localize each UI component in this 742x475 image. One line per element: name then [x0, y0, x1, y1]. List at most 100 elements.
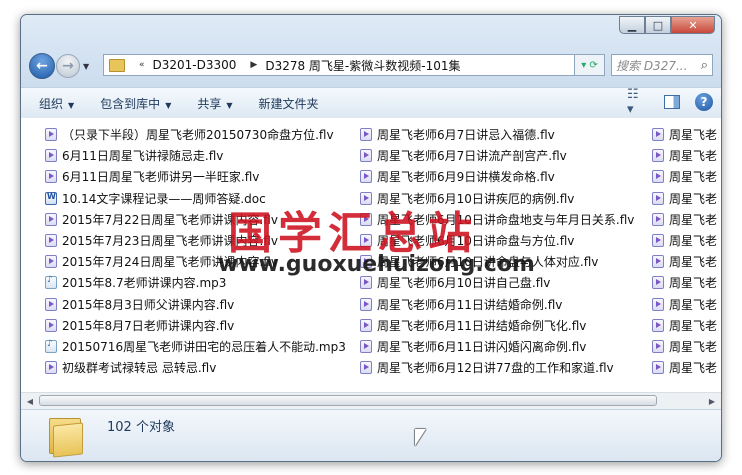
file-item[interactable]: 周星飞老 — [652, 188, 717, 209]
file-item[interactable]: 周星飞老 — [652, 124, 717, 145]
new-folder-button[interactable]: 新建文件夹 — [259, 95, 319, 112]
include-in-library-menu[interactable]: 包含到库中 ▼ — [100, 95, 171, 112]
file-item[interactable]: 2015年7月24日周星飞老师讲课内容.flv — [45, 251, 346, 272]
flv-file-icon — [360, 212, 372, 226]
file-item[interactable]: 周星飞老 — [652, 230, 717, 251]
file-item[interactable]: 周星飞老 — [652, 294, 717, 315]
breadcrumb-d3278[interactable]: D3278 周飞星-紫微斗数视频-101集 — [265, 57, 460, 74]
close-button[interactable]: ✕ — [671, 16, 715, 34]
file-name: 周星飞老师6月7日讲流产剖宫产.flv — [377, 149, 567, 164]
details-pane: 102 个对象 — [21, 409, 721, 461]
file-name: （只录下半段）周星飞老师20150730命盘方位.flv — [62, 128, 334, 143]
file-item[interactable]: （只录下半段）周星飞老师20150730命盘方位.flv — [45, 124, 346, 145]
flv-file-icon — [360, 276, 372, 290]
chevron-down-icon: ▼ — [165, 100, 172, 110]
file-name: 周星飞老 — [669, 212, 718, 227]
horizontal-scrollbar[interactable]: ◀ ▶ — [21, 392, 721, 410]
search-box[interactable]: 搜索 D327... ⌕ — [611, 54, 713, 76]
file-name: 周星飞老 — [669, 339, 718, 354]
flv-file-icon — [652, 212, 664, 226]
scroll-right-icon[interactable]: ▶ — [705, 395, 719, 407]
file-item[interactable]: 周星飞老 — [652, 166, 717, 187]
back-button[interactable]: ← — [29, 53, 55, 79]
file-item[interactable]: 周星飞老 — [652, 251, 717, 272]
file-name: 周星飞老师6月10日讲命盘与人体对应.flv — [377, 255, 599, 270]
file-name: 周星飞老 — [669, 318, 718, 333]
overflow-chevron-icon[interactable]: « — [139, 60, 145, 70]
file-item[interactable]: 周星飞老师6月10日讲疾厄的病例.flv — [360, 188, 634, 209]
file-item[interactable]: 周星飞老 — [652, 209, 717, 230]
file-item[interactable]: 周星飞老师6月10日讲自己盘.flv — [360, 272, 634, 293]
flv-file-icon — [652, 128, 664, 142]
organize-menu[interactable]: 组织 ▼ — [39, 95, 74, 112]
file-item[interactable]: 2015年8.7老师讲课内容.mp3 — [45, 272, 346, 293]
navigation-buttons: ← → ▼ — [29, 53, 89, 79]
scroll-left-icon[interactable]: ◀ — [23, 395, 37, 407]
file-item[interactable]: 2015年8月3日师父讲课内容.flv — [45, 294, 346, 315]
address-bar[interactable]: « D3201-D3300 ▶ D3278 周飞星-紫微斗数视频-101集 — [103, 54, 575, 76]
forward-button[interactable]: → — [56, 54, 80, 78]
file-item[interactable]: 周星飞老 — [652, 315, 717, 336]
share-menu[interactable]: 共享 ▼ — [197, 95, 232, 112]
flv-file-icon — [652, 297, 664, 311]
flv-file-icon — [45, 212, 57, 226]
file-name: 周星飞老师6月11日讲结婚命例飞化.flv — [377, 318, 587, 333]
flv-file-icon — [45, 255, 57, 269]
view-options-button[interactable]: ☷ ▾ — [627, 87, 649, 117]
folder-icon — [109, 58, 125, 72]
doc-file-icon — [45, 191, 57, 205]
file-item[interactable]: 周星飞老 — [652, 357, 717, 378]
file-item[interactable]: 周星飞老师6月11日讲闪婚闪离命例.flv — [360, 336, 634, 357]
file-item[interactable]: 2015年7月22日周星飞老师讲课内容.flv — [45, 209, 346, 230]
flv-file-icon — [652, 234, 664, 248]
file-name: 周星飞老 — [669, 361, 718, 376]
flv-file-icon — [652, 149, 664, 163]
maximize-button[interactable]: □ — [645, 16, 671, 34]
file-name: 周星飞老师6月10日讲命盘与方位.flv — [377, 234, 575, 249]
breadcrumb-d3201[interactable]: D3201-D3300 — [153, 58, 237, 72]
search-input[interactable]: 搜索 D327... — [616, 57, 687, 74]
scroll-thumb[interactable] — [39, 395, 657, 406]
help-button[interactable]: ? — [695, 93, 713, 111]
flv-file-icon — [360, 255, 372, 269]
refresh-button[interactable]: ▾ ⟳ — [575, 54, 605, 76]
file-item[interactable]: 周星飞老 — [652, 336, 717, 357]
organize-label: 组织 — [39, 96, 64, 111]
file-item[interactable]: 初级群考试禄转忌 忌转忌.flv — [45, 357, 346, 378]
file-item[interactable]: 周星飞老师6月12日讲77盘的工作和家道.flv — [360, 357, 634, 378]
preview-pane-button[interactable] — [661, 92, 683, 112]
file-item[interactable]: 周星飞老师6月11日讲结婚命例.flv — [360, 294, 634, 315]
file-item[interactable]: 周星飞老师6月10日讲命盘与人体对应.flv — [360, 251, 634, 272]
flv-file-icon — [360, 191, 372, 205]
file-item[interactable]: 2015年7月23日周星飞老师讲课内容.flv — [45, 230, 346, 251]
file-item[interactable]: 周星飞老师6月7日讲流产剖宫产.flv — [360, 145, 634, 166]
file-name: 周星飞老 — [669, 191, 718, 206]
share-label: 共享 — [197, 96, 222, 111]
file-item[interactable]: 10.14文字课程记录——周师答疑.doc — [45, 188, 346, 209]
flv-file-icon — [360, 149, 372, 163]
file-name: 周星飞老 — [669, 255, 718, 270]
item-count: 102 个对象 — [107, 420, 175, 435]
file-item[interactable]: 周星飞老师6月9日讲横发命格.flv — [360, 166, 634, 187]
file-item[interactable]: 2015年8月7日老师讲课内容.flv — [45, 315, 346, 336]
file-item[interactable]: 周星飞老师6月10日讲命盘地支与年月日关系.flv — [360, 209, 634, 230]
include-in-library-label: 包含到库中 — [100, 96, 161, 111]
flv-file-icon — [652, 361, 664, 375]
minimize-button[interactable]: ▁ — [619, 16, 645, 34]
file-item[interactable]: 周星飞老 — [652, 272, 717, 293]
file-item[interactable]: 周星飞老 — [652, 145, 717, 166]
file-name: 周星飞老 — [669, 234, 718, 249]
file-name: 周星飞老师6月11日讲结婚命例.flv — [377, 297, 563, 312]
file-item[interactable]: 周星飞老师6月11日讲结婚命例飞化.flv — [360, 315, 634, 336]
file-name: 6月11日周星飞讲禄随忌走.flv — [62, 149, 224, 164]
file-item[interactable]: 20150716周星飞老师讲田宅的忌压着人不能动.mp3 — [45, 336, 346, 357]
chevron-down-icon: ▼ — [226, 100, 233, 110]
breadcrumb-separator-icon[interactable]: ▶ — [250, 60, 257, 70]
recent-pages-dropdown[interactable]: ▼ — [83, 62, 89, 71]
file-item[interactable]: 6月11日周星飞讲禄随忌走.flv — [45, 145, 346, 166]
flv-file-icon — [45, 149, 57, 163]
command-bar: 组织 ▼ 包含到库中 ▼ 共享 ▼ 新建文件夹 ☷ ▾ ? — [21, 87, 721, 119]
file-item[interactable]: 周星飞老师6月10日讲命盘与方位.flv — [360, 230, 634, 251]
file-item[interactable]: 6月11日周星飞老师讲另一半旺家.flv — [45, 166, 346, 187]
file-item[interactable]: 周星飞老师6月7日讲忌入福德.flv — [360, 124, 634, 145]
